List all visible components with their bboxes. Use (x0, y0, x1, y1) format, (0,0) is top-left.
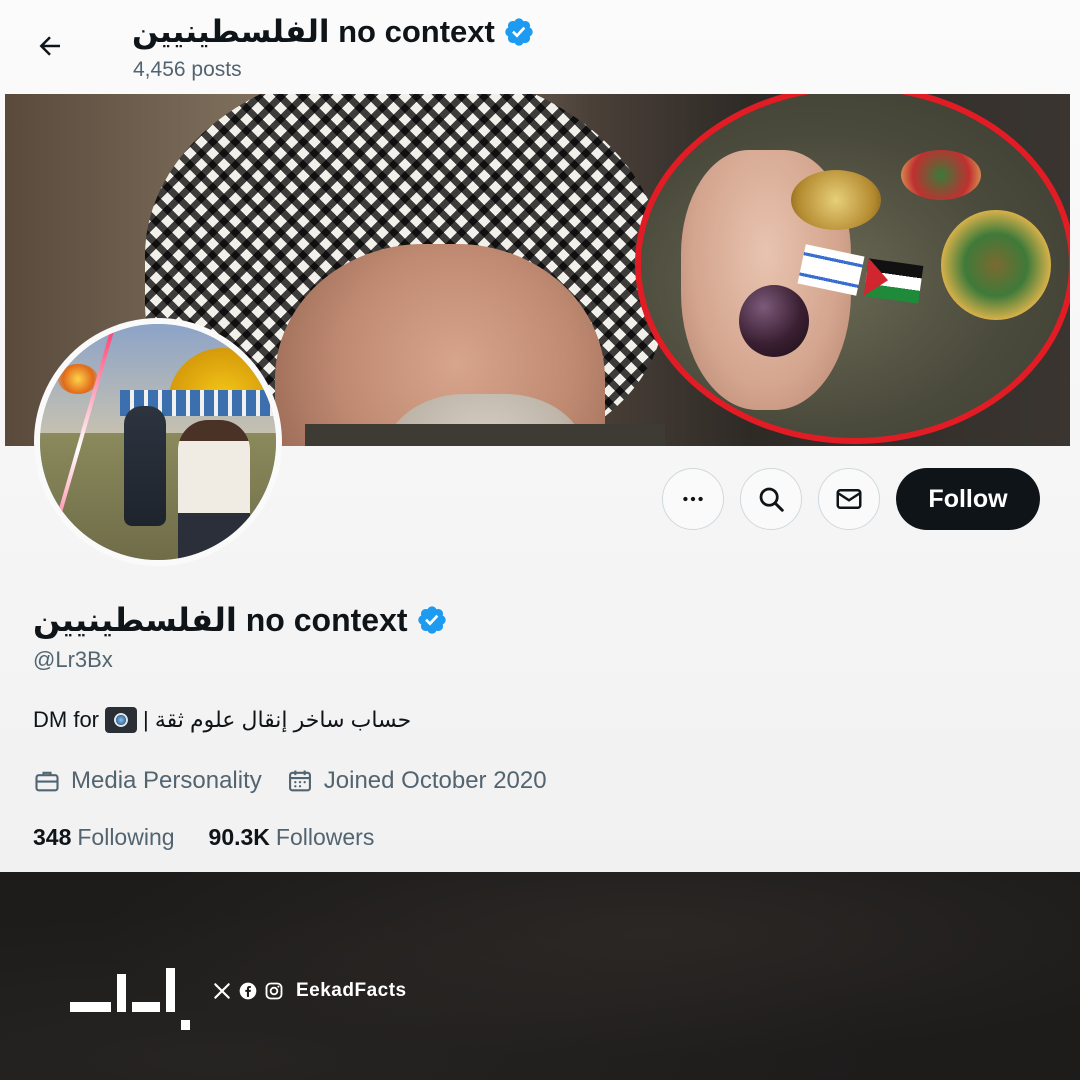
banner-highlight-circle (635, 94, 1070, 444)
follow-button[interactable]: Follow (896, 468, 1040, 530)
profile-card: الفلسطينيين no context 4,456 posts Follo… (0, 0, 1080, 872)
branding-footer: EekadFacts (0, 872, 1080, 1080)
following-count: 348 (33, 823, 72, 850)
avatar-soldier (124, 406, 166, 526)
profile-meta: Media Personality Joined October 2020 (33, 764, 571, 798)
followers-link[interactable]: 90.3K Followers (209, 824, 375, 851)
banner-coat (305, 424, 665, 446)
banner-bead (739, 285, 809, 357)
facebook-icon[interactable] (238, 981, 258, 1001)
briefcase-icon (35, 771, 59, 792)
header-display-name: الفلسطينيين no context (132, 14, 495, 49)
instagram-icon[interactable] (264, 981, 284, 1001)
envelope-icon (836, 489, 862, 509)
banner-pin (941, 210, 1051, 320)
profile-avatar[interactable] (34, 318, 282, 566)
banner-palestinian-flag-pin (863, 258, 924, 304)
verified-badge-icon (503, 16, 535, 48)
joined-label: Joined October 2020 (323, 767, 547, 794)
banner-pin (791, 170, 881, 230)
post-count: 4,456 posts (133, 58, 242, 81)
search-icon (759, 487, 784, 512)
more-horizontal-icon (683, 496, 703, 502)
category-label: Media Personality (71, 767, 262, 794)
user-handle: @Lr3Bx (33, 647, 113, 672)
category-item: Media Personality (33, 767, 262, 795)
calendar-icon (288, 770, 311, 792)
followers-label: Followers (275, 823, 375, 850)
profile-name-row: الفلسطينيين no context (33, 598, 448, 642)
more-button[interactable] (662, 468, 724, 530)
camera-icon (105, 707, 137, 733)
follow-stats: 348 Following 90.3K Followers (33, 820, 408, 854)
bio-dm-text: DM for (33, 707, 99, 732)
following-link[interactable]: 348 Following (33, 824, 175, 851)
message-button[interactable] (818, 468, 880, 530)
social-handle: EekadFacts (296, 980, 407, 1001)
search-button[interactable] (740, 468, 802, 530)
following-label: Following (77, 823, 175, 850)
banner-pin (901, 150, 981, 200)
social-links: EekadFacts (212, 976, 407, 1006)
profile-header: الفلسطينيين no context 4,456 posts (0, 0, 1080, 94)
joined-item: Joined October 2020 (286, 767, 547, 795)
x-icon[interactable] (212, 981, 232, 1001)
header-title: الفلسطينيين no context (132, 12, 535, 52)
arrow-left-icon (39, 36, 60, 56)
bio-arabic-text: حساب ساخر إنقال علوم ثقة | (143, 707, 412, 732)
profile-bio: DM for حساب ساخر إنقال علوم ثقة | (33, 707, 411, 733)
avatar-character (178, 420, 250, 560)
display-name: الفلسطينيين no context (33, 602, 408, 638)
verified-badge-icon[interactable] (416, 604, 448, 636)
eekad-logo (70, 958, 190, 1030)
followers-count: 90.3K (208, 823, 270, 850)
back-button[interactable] (28, 24, 72, 68)
